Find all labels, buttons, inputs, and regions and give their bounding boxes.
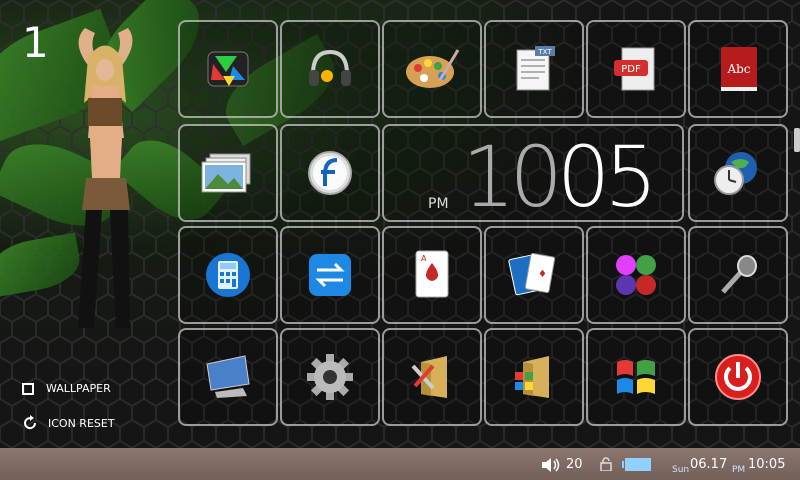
wallpaper-option[interactable]: WALLPAPER — [22, 382, 111, 395]
clock-widget: PM 1005 — [382, 124, 684, 226]
battery-icon — [622, 458, 651, 471]
app-tile-converter[interactable] — [280, 226, 380, 324]
world-clock-icon — [714, 152, 757, 195]
icon-reset-label: ICON RESET — [48, 416, 115, 430]
status-ampm-label: PM — [732, 465, 746, 475]
converter-icon — [309, 254, 351, 296]
app-tile-windows-folder[interactable] — [484, 328, 584, 426]
clock-hour: 10 — [462, 128, 563, 226]
media-player-icon — [207, 51, 249, 87]
status-time: 10:05 — [748, 457, 786, 472]
settings-gear-icon — [307, 354, 353, 400]
status-ampm: PM — [732, 461, 745, 476]
tools-folder-icon — [411, 356, 447, 398]
clock-minute: 05 — [556, 128, 658, 226]
app-tile-solitaire[interactable]: ♦ — [484, 226, 584, 324]
windows-logo-icon — [617, 360, 655, 394]
app-tile-voice-recorder[interactable] — [688, 226, 788, 324]
app-tile-tools[interactable] — [382, 328, 482, 426]
app-tile-color-balls[interactable] — [586, 226, 686, 324]
page-scroll-handle[interactable] — [794, 128, 800, 152]
clock-ampm: PM — [428, 196, 449, 212]
txt-badge: TXT — [537, 48, 552, 56]
status-date: 06.17 — [690, 457, 728, 472]
wallpaper-label: WALLPAPER — [46, 382, 111, 395]
app-tile-settings[interactable] — [280, 328, 380, 426]
windows-folder-icon — [515, 356, 549, 398]
app-tile-world-clock[interactable] — [688, 124, 788, 222]
volume-level: 20 — [566, 457, 583, 472]
status-day: Sun — [672, 461, 689, 476]
wallpaper-figure — [78, 28, 133, 328]
app-tile-display[interactable] — [178, 328, 278, 426]
text-document-icon: TXT — [516, 46, 555, 91]
solitaire-cards-icon: ♦ — [508, 253, 556, 296]
app-tile-photo-gallery[interactable] — [178, 124, 278, 222]
wallpaper-checkbox-icon — [22, 382, 34, 395]
page-number: 1 — [22, 18, 49, 67]
volume-icon[interactable] — [542, 458, 560, 472]
calculator-icon — [206, 253, 250, 297]
status-day-label: Sun — [672, 465, 690, 475]
music-headphones-icon — [309, 49, 351, 86]
app-tile-flash-player[interactable] — [280, 124, 380, 222]
pdf-badge: PDF — [621, 64, 641, 75]
paint-palette-icon — [406, 49, 460, 88]
dictionary-book-icon: Abc — [721, 47, 757, 91]
icon-reset-option[interactable]: ICON RESET — [22, 415, 115, 431]
home-screen: 1 TXT PDF Abc PM 1005 A ♦ WALLPAPER ICON… — [0, 0, 800, 448]
app-tile-power[interactable] — [688, 328, 788, 426]
app-tile-dictionary[interactable]: Abc — [688, 20, 788, 118]
power-icon — [715, 354, 761, 400]
pdf-document-icon: PDF — [614, 47, 655, 91]
card-game-icon: A — [415, 250, 449, 298]
color-balls-game-icon — [616, 255, 656, 295]
app-tile-pdf-viewer[interactable]: PDF — [586, 20, 686, 118]
flash-player-icon — [308, 151, 352, 195]
status-bar: 20 Sun 06.17 PM 10:05 — [0, 448, 800, 480]
abc-badge: Abc — [726, 62, 750, 76]
app-tile-music[interactable] — [280, 20, 380, 118]
reset-icon — [24, 415, 37, 430]
app-tile-paint[interactable] — [382, 20, 482, 118]
clock-time: 1005 — [462, 128, 658, 226]
lock-icon[interactable] — [600, 457, 612, 471]
microphone-icon — [721, 255, 757, 294]
app-tile-calculator[interactable] — [178, 226, 278, 324]
svg-text:A: A — [421, 254, 427, 263]
app-tile-windows[interactable] — [586, 328, 686, 426]
app-tile-card-game[interactable]: A — [382, 226, 482, 324]
photo-gallery-icon — [201, 153, 251, 193]
app-tile-media-player[interactable] — [178, 20, 278, 118]
svg-text:♦: ♦ — [538, 269, 547, 280]
desktop-display-icon — [206, 355, 250, 398]
app-tile-text-viewer[interactable]: TXT — [484, 20, 584, 118]
